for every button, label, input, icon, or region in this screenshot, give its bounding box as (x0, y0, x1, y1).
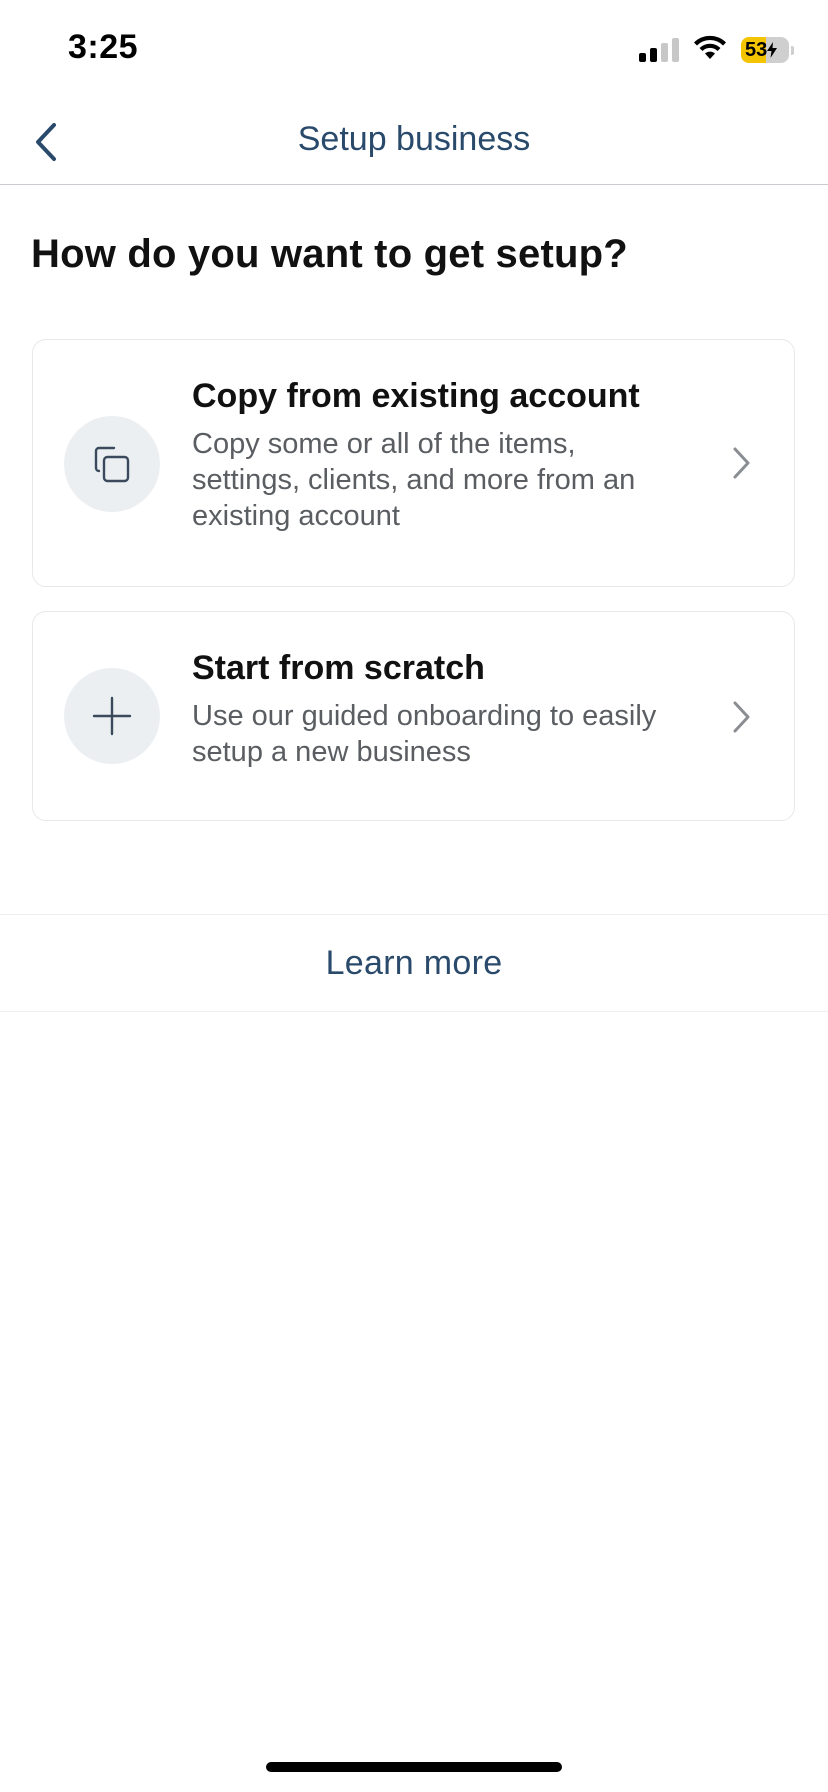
nav-title: Setup business (297, 120, 531, 158)
copy-icon (94, 446, 130, 483)
option-description: Use our guided onboarding to easily setu… (192, 700, 657, 768)
learn-more-button[interactable]: Learn more (326, 944, 503, 983)
chevron-right-icon (730, 700, 754, 734)
option-title: Start from scratch (192, 649, 485, 687)
battery-indicator: 53 (741, 37, 794, 63)
home-indicator[interactable] (266, 1762, 562, 1772)
cellular-signal-icon (639, 38, 679, 62)
status-indicators: 53 (639, 35, 794, 66)
page-heading: How do you want to get setup? (31, 232, 628, 276)
learn-more-section: Learn more (0, 914, 828, 1012)
status-time: 3:25 (68, 28, 139, 66)
battery-icon: 53 (741, 37, 789, 63)
copy-from-existing-account-option[interactable]: Copy from existing account Copy some or … (32, 339, 795, 587)
start-from-scratch-option[interactable]: Start from scratch Use our guided onboar… (32, 611, 795, 821)
copy-option-text: Copy from existing account Copy some or … (192, 374, 672, 534)
plus-icon (92, 696, 132, 736)
navigation-bar: Setup business (0, 100, 828, 185)
copy-icon-circle (64, 416, 160, 512)
status-bar: 3:25 53 (0, 0, 828, 100)
option-title: Copy from existing account (192, 377, 640, 415)
wifi-icon (693, 35, 727, 66)
charging-bolt-icon (767, 42, 778, 58)
plus-icon-circle (64, 668, 160, 764)
option-description: Copy some or all of the items, settings,… (192, 428, 636, 532)
battery-cap (791, 45, 794, 55)
scratch-option-text: Start from scratch Use our guided onboar… (192, 646, 672, 770)
battery-percent: 53 (745, 38, 768, 61)
chevron-right-icon (730, 446, 754, 480)
setup-business-screen: 3:25 53 Setup business How do you want t… (0, 0, 828, 1792)
